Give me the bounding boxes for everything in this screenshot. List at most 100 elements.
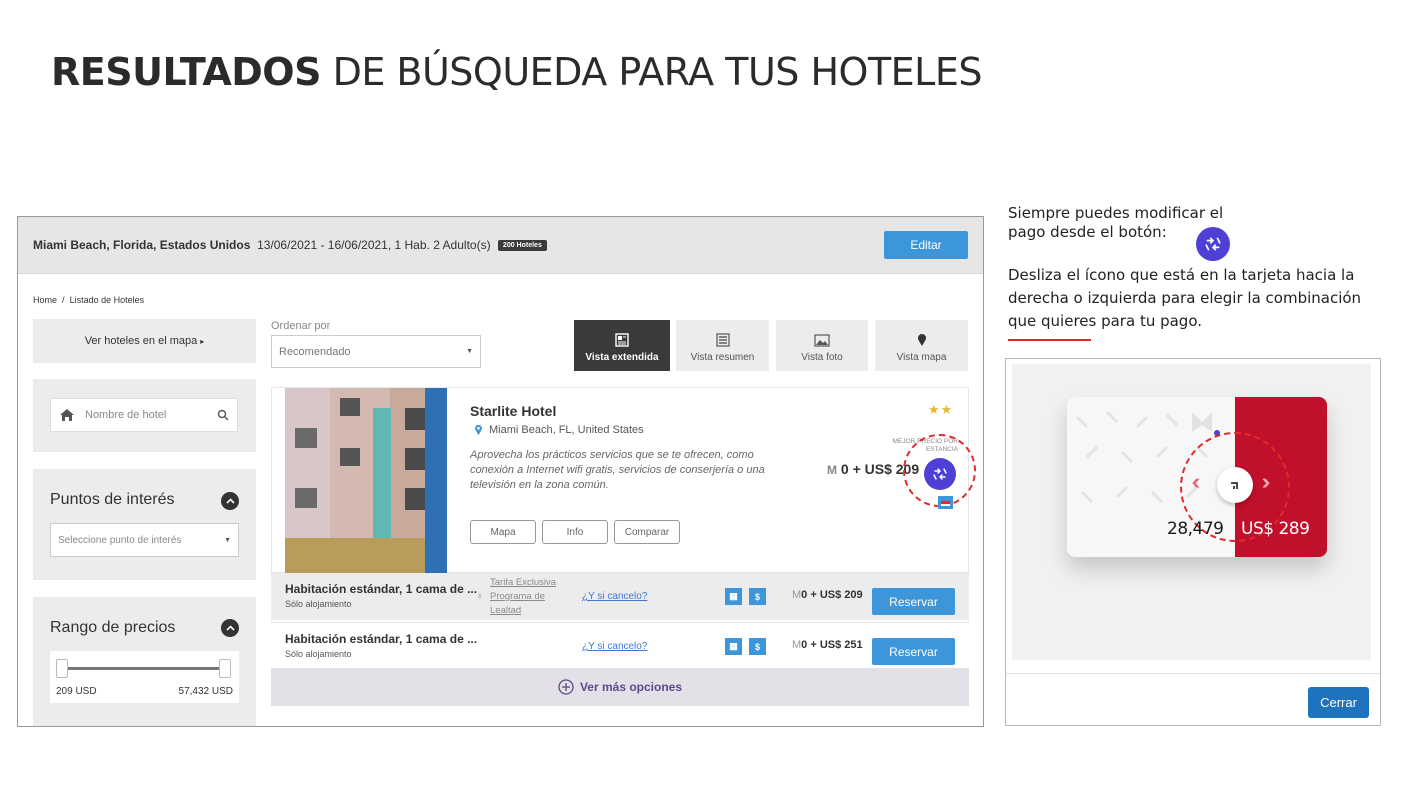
page-title: RESULTADOS DE BÚSQUEDA PARA TUS HOTELES <box>51 50 982 94</box>
bag-icon: ▦ <box>725 638 742 655</box>
more-options-label: Ver más opciones <box>579 680 683 694</box>
destination-text: Miami Beach, Florida, Estados Unidos <box>33 238 251 252</box>
price-slider-track <box>60 667 230 670</box>
hotel-name[interactable]: Starlite Hotel <box>470 403 556 419</box>
demo-usd-value: US$ 289 <box>1241 519 1310 539</box>
demo-points-value: 28,479 <box>1167 519 1224 539</box>
slider-demo-area: ‹‹‹ ››› 28,479 - US$ 289 <box>1012 364 1371 660</box>
price-max-label: 57,432 USD <box>178 686 233 697</box>
hotel-name-placeholder: Nombre de hotel <box>85 409 167 421</box>
location-pin-icon <box>474 424 483 436</box>
points-icon: M <box>827 463 837 477</box>
price-slider-max-handle[interactable] <box>219 659 231 678</box>
order-by-value: Recomendado <box>279 345 351 358</box>
rate-row: Habitación estándar, 1 cama de ... Sólo … <box>271 622 969 669</box>
payment-card: ‹‹‹ ››› 28,479 - US$ 289 <box>1067 397 1327 557</box>
search-header: Miami Beach, Florida, Estados Unidos 13/… <box>18 217 983 274</box>
points-icon: M <box>792 639 802 651</box>
cancel-policy-link[interactable]: ¿Y si cancelo? <box>582 641 647 652</box>
rate-row: Habitación estándar, 1 cama de ... Sólo … <box>271 573 969 620</box>
list-icon <box>715 333 730 347</box>
map-link-panel[interactable]: Ver hoteles en el mapa ▸ <box>33 319 256 363</box>
more-options-button[interactable]: Ver más opciones <box>271 668 969 706</box>
hotel-flag-icon <box>938 496 953 509</box>
price-slider-box: 209 USD 57,432 USD <box>50 651 239 703</box>
price-min-label: 209 USD <box>56 686 97 697</box>
page-title-light: DE BÚSQUEDA PARA TUS HOTELES <box>332 50 983 94</box>
tab-vista-resumen[interactable]: Vista resumen <box>676 320 769 371</box>
hotel-card: Starlite Hotel Miami Beach, FL, United S… <box>271 387 976 574</box>
cancel-policy-link[interactable]: ¿Y si cancelo? <box>582 591 647 602</box>
collapse-price-icon[interactable] <box>221 619 239 637</box>
edit-search-button[interactable]: Editar <box>884 231 968 259</box>
points-icon: M <box>792 589 802 601</box>
hotel-stars: ★★ <box>928 402 954 417</box>
payment-toggle-icon <box>1196 227 1230 261</box>
order-by-label: Ordenar por <box>271 320 331 332</box>
price-range-panel: Rango de precios 209 USD 57,432 USD <box>33 597 256 726</box>
hotel-name-input[interactable]: Nombre de hotel <box>50 398 238 432</box>
rate-name: Habitación estándar, 1 cama de ... <box>285 632 478 646</box>
slide-instruction-text: Desliza el ícono que está en la tarjeta … <box>1008 266 1362 330</box>
tab-label: Vista extendida <box>585 352 659 363</box>
loyalty-icon: ♁ <box>476 591 484 602</box>
order-by-select[interactable]: Recomendado ▼ <box>271 335 481 368</box>
hotel-location-text: Miami Beach, FL, United States <box>489 424 644 436</box>
close-button[interactable]: Cerrar <box>1308 687 1369 718</box>
search-details: 13/06/2021 - 16/06/2021, 1 Hab. 2 Adulto… <box>257 238 491 252</box>
slider-knob[interactable] <box>1217 467 1253 503</box>
caret-down-icon: ▼ <box>224 536 231 544</box>
info-button[interactable]: Info <box>542 520 608 544</box>
poi-title: Puntos de interés <box>50 491 175 508</box>
hotel-description: Aprovecha los prácticos servicios que se… <box>470 449 765 491</box>
rate-board: Sólo alojamiento <box>285 649 352 659</box>
tab-vista-mapa[interactable]: Vista mapa <box>875 320 968 371</box>
collapse-poi-icon[interactable] <box>221 492 239 510</box>
rate-price: M0 + US$ 209 <box>792 589 863 601</box>
hotel-results-mockup: Miami Beach, Florida, Estados Unidos 13/… <box>17 216 984 727</box>
home-icon <box>59 408 77 422</box>
dollar-icon: $ <box>749 588 766 605</box>
hotel-photo[interactable] <box>285 388 447 574</box>
hotel-location: Miami Beach, FL, United States <box>474 424 644 436</box>
map-button[interactable]: Mapa <box>470 520 536 544</box>
demo-separator: - <box>1222 521 1228 540</box>
compare-button[interactable]: Comparar <box>614 520 680 544</box>
tab-label: Vista resumen <box>690 352 755 363</box>
rate-price-value: 0 + US$ 251 <box>801 639 863 651</box>
search-icon[interactable] <box>217 409 229 421</box>
reserve-button[interactable]: Reservar <box>872 588 955 615</box>
rate-price: M0 + US$ 251 <box>792 639 863 651</box>
points-of-interest-panel: Puntos de interés Seleccione punto de in… <box>33 469 256 580</box>
tab-label: Vista foto <box>801 352 843 363</box>
tab-vista-foto[interactable]: Vista foto <box>776 320 868 371</box>
map-pin-icon <box>917 333 927 347</box>
map-link-label: Ver hoteles en el mapa <box>84 335 198 347</box>
instruction-line-2: pago desde el botón: <box>1008 223 1167 241</box>
payment-slider-modal: ‹‹‹ ››› 28,479 - US$ 289 Cerrar <box>1005 358 1381 726</box>
price-range-title: Rango de precios <box>50 619 176 636</box>
price-slider-min-handle[interactable] <box>56 659 68 678</box>
breadcrumb-home[interactable]: Home <box>33 295 57 305</box>
breadcrumb-current: Listado de Hoteles <box>69 295 145 305</box>
tab-vista-extendida[interactable]: Vista extendida <box>574 320 670 371</box>
tab-label: Vista mapa <box>896 352 947 363</box>
page-title-bold: RESULTADOS <box>51 50 321 94</box>
image-icon <box>814 334 830 347</box>
rate-name: Habitación estándar, 1 cama de ... <box>285 582 478 596</box>
caret-down-icon: ▼ <box>466 348 473 355</box>
rate-board: Sólo alojamiento <box>285 599 352 609</box>
instruction-text: Siempre puedes modificar el pago desde e… <box>1008 204 1223 242</box>
dollar-icon: $ <box>749 638 766 655</box>
plus-circle-icon <box>558 679 574 695</box>
loyalty-rate-link[interactable]: Tarifa Exclusiva Programa de Lealtad <box>490 576 570 618</box>
newspaper-icon <box>615 333 629 347</box>
instruction-line-1: Siempre puedes modificar el <box>1008 204 1224 222</box>
chevron-right-icon: ▸ <box>200 336 205 346</box>
poi-select-value: Seleccione punto de interés <box>58 534 182 546</box>
rate-price-value: 0 + US$ 209 <box>801 589 863 601</box>
search-summary: Miami Beach, Florida, Estados Unidos 13/… <box>33 238 547 252</box>
bag-icon: ▦ <box>725 588 742 605</box>
poi-select[interactable]: Seleccione punto de interés ▼ <box>50 523 239 557</box>
reserve-button[interactable]: Reservar <box>872 638 955 665</box>
